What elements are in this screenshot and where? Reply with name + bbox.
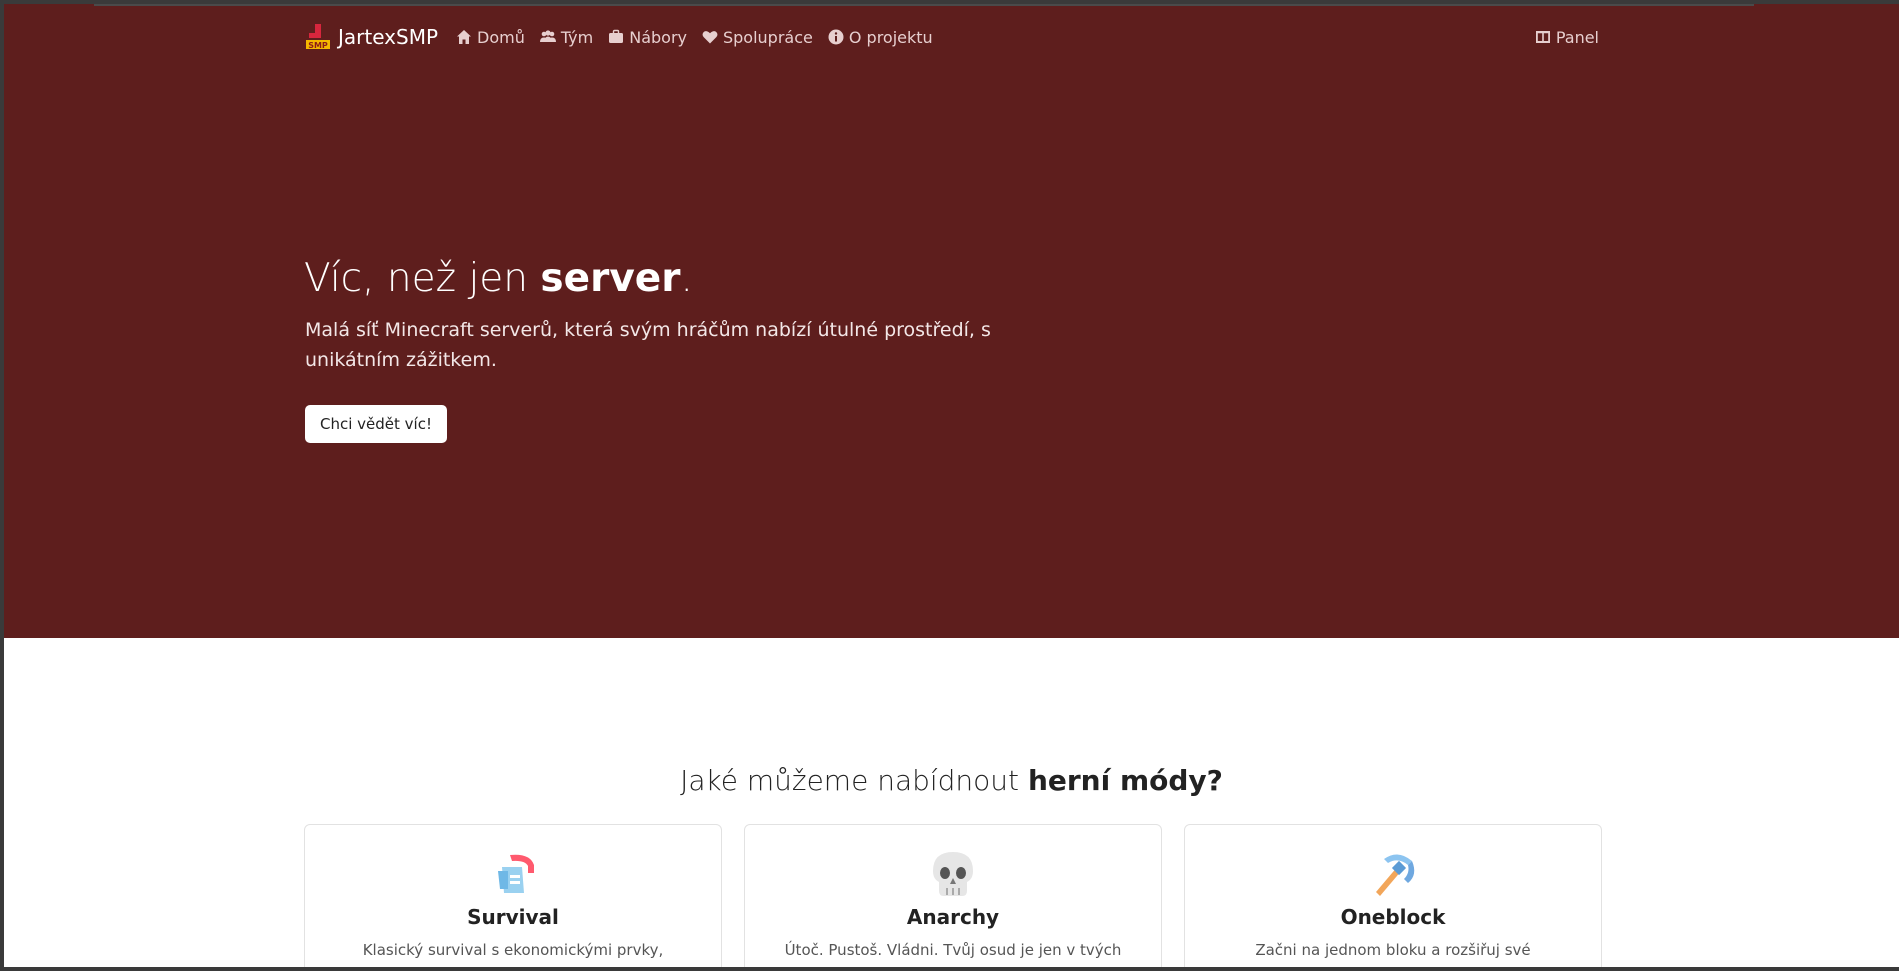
mode-card-title: Anarchy [906,905,1000,929]
helmet-icon [498,854,534,893]
heart-icon [702,31,718,44]
nav-item-team[interactable]: Tým [539,27,594,47]
mode-card-title: Survival [467,905,559,929]
jartex-logo-icon: SMP [306,24,330,50]
home-icon [457,30,472,44]
nav-label: O projektu [848,27,933,47]
mode-card-oneblock[interactable]: Oneblock Začni na jednom bloku a rozšiřu… [1184,824,1602,967]
mode-card-desc: Útoč. Pustoš. Vládni. Tvůj osud je jen v… [784,941,1122,959]
nav-label: Domů [477,27,525,47]
mode-card-desc: Začni na jednom bloku a rozšiřuj své [1255,941,1531,959]
nav-item-recruitment[interactable]: Nábory [608,28,687,47]
brand-link[interactable]: SMP JartexSMP [304,23,438,51]
hero-subtitle: Malá síť Minecraft serverů, která svým h… [305,319,991,371]
learn-more-button[interactable]: Chci vědět víc! [305,405,447,443]
navbar: SMP JartexSMP Domů Tým Nábory Spolupráce [304,22,1599,52]
hero-title: Víc, než jen server. [304,256,693,301]
pickaxe-icon [1376,854,1415,896]
nav-label: Panel [1555,27,1599,47]
hero-section: SMP JartexSMP Domů Tým Nábory Spolupráce [4,4,1899,638]
nav-item-panel[interactable]: Panel [1535,28,1599,47]
info-icon [828,29,844,45]
mode-card-anarchy[interactable]: Anarchy Útoč. Pustoš. Vládni. Tvůj osud … [744,824,1162,967]
skull-icon [933,852,973,896]
briefcase-icon [609,29,624,43]
brand-name: JartexSMP [338,25,439,49]
nav-label: Nábory [629,27,687,47]
mode-card-desc: Klasický survival s ekonomickými prvky, [362,941,664,959]
nav-label: Spolupráce [722,27,813,47]
columns-icon [1535,31,1550,43]
nav-item-home[interactable]: Domů [456,28,525,47]
users-icon [539,30,556,42]
nav-label: Tým [560,27,594,47]
game-modes-heading: Jaké můžeme nabídnout herní módy? [680,764,1223,797]
nav-item-about[interactable]: O projektu [828,28,933,47]
nav-item-partnership[interactable]: Spolupráce [702,28,813,47]
svg-text:SMP: SMP [308,41,328,50]
mode-card-title: Oneblock [1340,905,1446,929]
game-modes-cards: Survival Klasický survival s ekonomickým… [304,824,1602,967]
mode-card-survival[interactable]: Survival Klasický survival s ekonomickým… [304,824,722,967]
browser-viewport: SMP JartexSMP Domů Tým Nábory Spolupráce [4,4,1899,967]
top-divider [94,4,1754,6]
